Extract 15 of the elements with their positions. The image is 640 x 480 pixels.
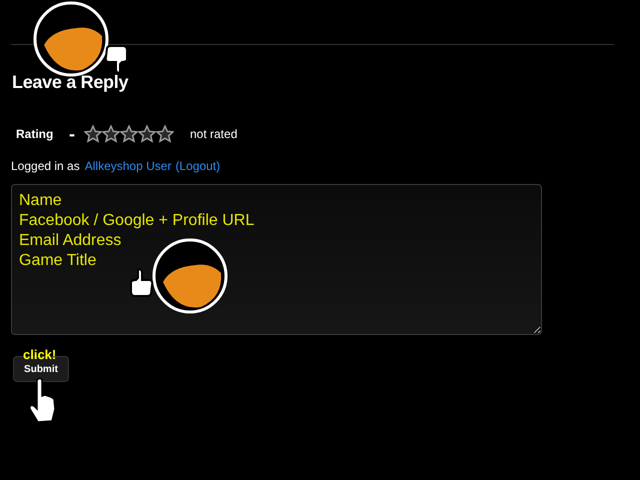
- star-icon[interactable]: [138, 125, 156, 143]
- star-icon[interactable]: [102, 125, 120, 143]
- section-heading: Leave a Reply: [12, 72, 128, 93]
- star-icon[interactable]: [156, 125, 174, 143]
- star-icon[interactable]: [120, 125, 138, 143]
- user-link[interactable]: Allkeyshop User: [84, 159, 172, 173]
- hand-icon: [103, 44, 129, 74]
- rating-label: Rating: [16, 127, 54, 141]
- hand-icon: [129, 268, 155, 298]
- login-label: Logged in as: [11, 159, 80, 173]
- rating-status: not rated: [190, 127, 238, 141]
- star-icon[interactable]: [84, 125, 102, 143]
- clear-rating-button[interactable]: -: [69, 128, 84, 140]
- comment-field[interactable]: Name Facebook / Google + Profile URL Email Address Game Title: [11, 184, 542, 335]
- logout-link[interactable]: (Logout): [175, 159, 220, 173]
